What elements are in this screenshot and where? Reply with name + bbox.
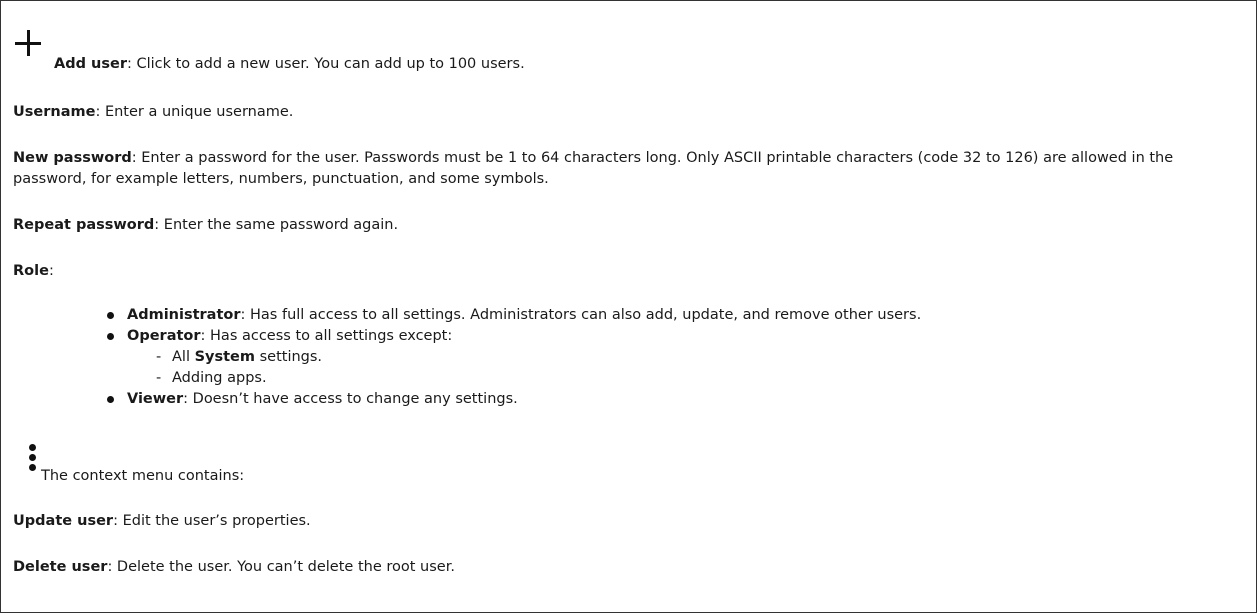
role-administrator-term: Administrator: [127, 307, 241, 323]
update-user-term: Update user: [13, 513, 114, 529]
repeat-password-entry: Repeat password: Enter the same password…: [13, 215, 398, 236]
add-user-term: Add user: [54, 56, 127, 72]
username-desc: : Enter a unique username.: [95, 104, 294, 120]
new-password-entry: New password: Enter a password for the u…: [13, 148, 1228, 190]
new-password-desc: : Enter a password for the user. Passwor…: [13, 150, 1174, 187]
repeat-password-term: Repeat password: [13, 217, 155, 233]
role-list: Administrator: Has full access to all se…: [107, 305, 921, 410]
exception-strong: System: [194, 349, 255, 365]
role-entry: Role:: [13, 261, 54, 282]
repeat-password-desc: : Enter the same password again.: [154, 217, 399, 233]
list-item: Viewer: Doesn’t have access to change an…: [107, 389, 921, 410]
delete-user-term: Delete user: [13, 559, 108, 575]
role-operator-desc: : Has access to all settings except:: [200, 328, 453, 344]
document-frame: Add user: Click to add a new user. You c…: [0, 0, 1257, 613]
role-viewer-term: Viewer: [127, 391, 184, 407]
role-viewer-desc: : Doesn’t have access to change any sett…: [183, 391, 518, 407]
context-menu-text: The context menu contains:: [41, 468, 245, 484]
new-password-term: New password: [13, 150, 132, 166]
update-user-desc: : Edit the user’s properties.: [113, 513, 311, 529]
operator-exceptions-list: - All System settings. - Adding apps.: [127, 347, 921, 389]
exception-suffix: settings.: [255, 349, 323, 365]
update-user-entry: Update user: Edit the user’s properties.: [13, 511, 311, 532]
plus-icon: [15, 30, 41, 56]
list-item: - All System settings.: [127, 347, 921, 368]
more-vertical-icon: [29, 444, 37, 474]
role-operator-term: Operator: [127, 328, 201, 344]
role-term: Role: [13, 263, 49, 279]
list-item: Operator: Has access to all settings exc…: [107, 326, 921, 389]
exception-prefix: All: [172, 349, 195, 365]
list-item: - Adding apps.: [127, 368, 921, 389]
dash-marker: -: [156, 349, 162, 365]
context-menu-entry: The context menu contains:: [41, 466, 244, 487]
add-user-entry: Add user: Click to add a new user. You c…: [54, 54, 525, 75]
dash-marker: -: [156, 370, 162, 386]
exception-text: Adding apps.: [172, 370, 267, 386]
role-suffix: :: [48, 263, 54, 279]
list-item: Administrator: Has full access to all se…: [107, 305, 921, 326]
role-administrator-desc: : Has full access to all settings. Admin…: [240, 307, 922, 323]
delete-user-desc: : Delete the user. You can’t delete the …: [107, 559, 455, 575]
username-entry: Username: Enter a unique username.: [13, 102, 293, 123]
add-user-desc: : Click to add a new user. You can add u…: [126, 56, 525, 72]
username-term: Username: [13, 104, 96, 120]
bullet-icon: [107, 312, 114, 319]
delete-user-entry: Delete user: Delete the user. You can’t …: [13, 557, 455, 578]
bullet-icon: [107, 396, 114, 403]
bullet-icon: [107, 333, 114, 340]
